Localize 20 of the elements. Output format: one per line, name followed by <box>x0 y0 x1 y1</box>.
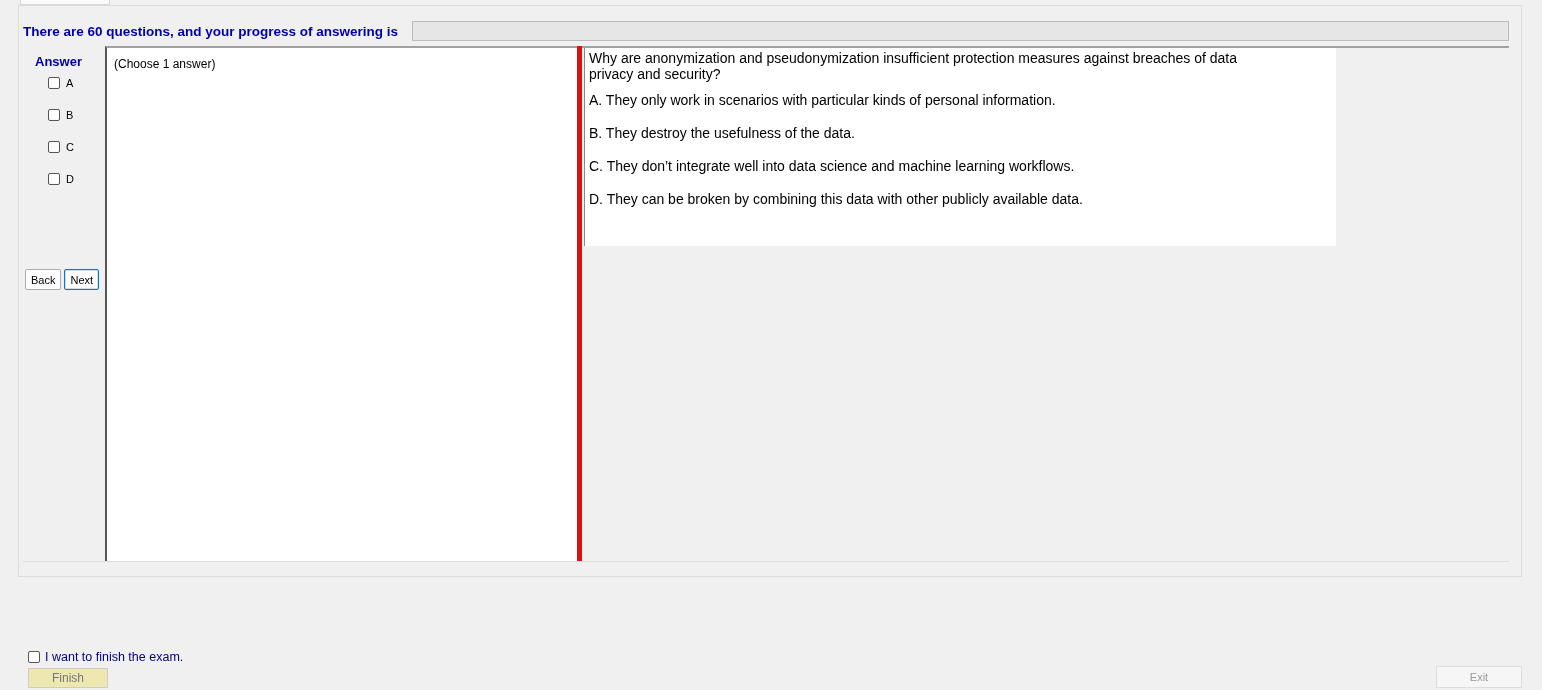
answer-checkbox[interactable] <box>48 173 60 185</box>
answer-checkbox[interactable] <box>48 141 60 153</box>
choice-text: A. They only work in scenarios with particular kinds of personal information. <box>589 92 1057 109</box>
choice-text: B. They destroy the usefulness of the data. <box>589 125 856 142</box>
option-label: B <box>66 109 74 121</box>
progress-label: There are 60 questions, and your progress of answering is <box>23 23 399 39</box>
option-label: A <box>66 77 74 89</box>
answer-title: Answer <box>35 54 82 69</box>
finish-label: I want to finish the exam. <box>45 650 184 664</box>
answer-checkbox[interactable] <box>48 77 60 89</box>
choice-text: C. They don’t integrate well into data science and machine learning workflows. <box>589 158 1076 175</box>
finish-checkbox[interactable] <box>28 651 40 663</box>
option-label: D <box>66 173 74 185</box>
answer-checkbox[interactable] <box>48 109 60 121</box>
option-label: C <box>66 141 74 153</box>
back-button[interactable]: Back <box>25 269 62 290</box>
next-button[interactable]: Next <box>64 269 100 290</box>
instruction-text: (Choose 1 answer) <box>114 57 216 71</box>
choice-text: D. They can be broken by combining this data with other publicly available data. <box>589 191 1084 208</box>
question-text: Why are anonymization and pseudonymization insufficient protection measures against breaches of data privacy and security? <box>589 50 1238 82</box>
